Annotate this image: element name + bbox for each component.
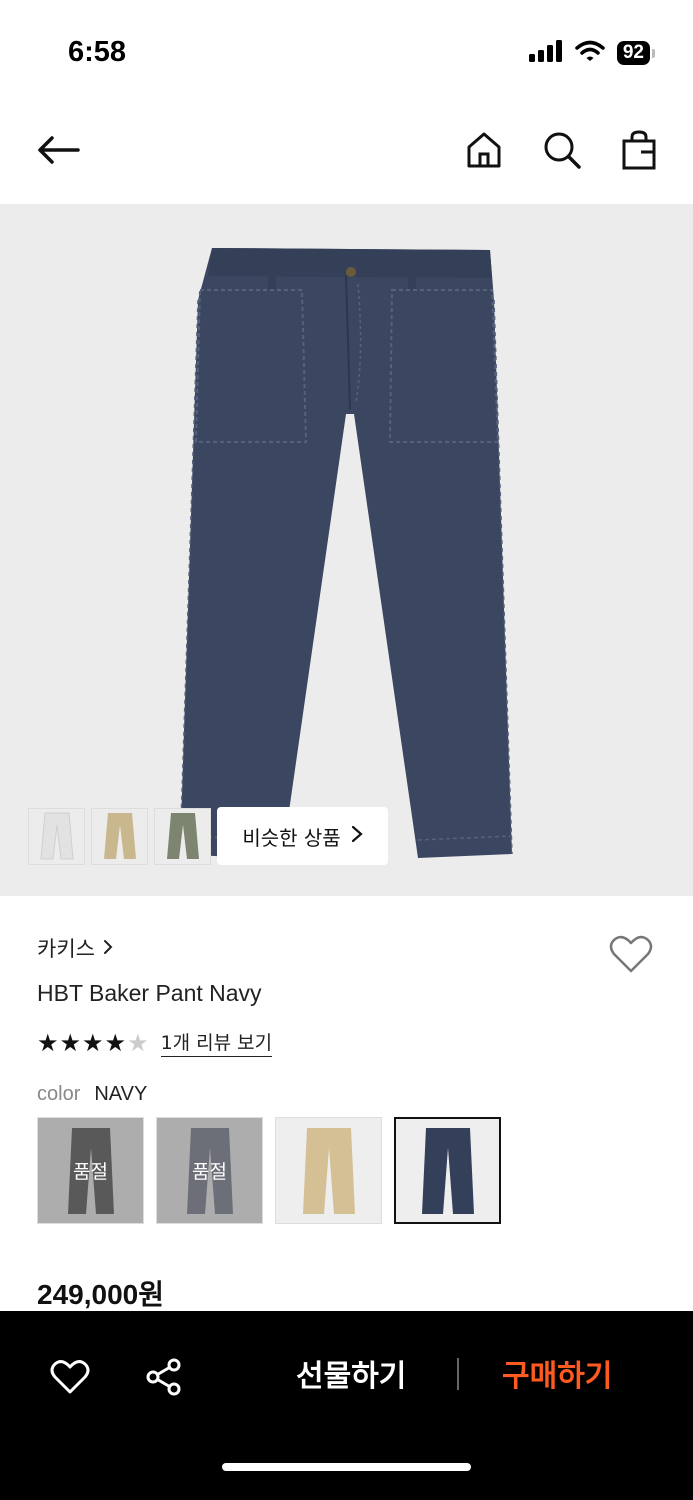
divider xyxy=(457,1358,459,1390)
home-icon[interactable] xyxy=(462,128,506,172)
soldout-badge: 품절 xyxy=(38,1118,143,1223)
color-swatches: 품절 품절 xyxy=(37,1117,501,1224)
wifi-icon xyxy=(575,40,605,66)
similar-products-label: 비슷한 상품 xyxy=(242,825,341,850)
star-filled-icon: ★ xyxy=(104,1028,127,1057)
gift-button[interactable]: 선물하기 xyxy=(296,1351,406,1395)
bottom-action-bar: 선물하기 구매하기 xyxy=(0,1311,693,1500)
soldout-badge: 품절 xyxy=(157,1118,262,1223)
share-icon[interactable] xyxy=(142,1355,186,1399)
product-image-gallery[interactable]: 비슷한 상품 xyxy=(0,204,693,896)
status-time: 6:58 xyxy=(68,36,127,68)
star-filled-icon: ★ xyxy=(82,1028,104,1057)
thumbnail-3[interactable] xyxy=(154,807,211,865)
home-indicator[interactable] xyxy=(222,1463,471,1471)
battery-indicator: 92 xyxy=(616,41,650,65)
arrow-left-icon[interactable] xyxy=(36,128,80,172)
heart-icon[interactable] xyxy=(48,1355,92,1399)
gallery-thumbnails: 비슷한 상품 xyxy=(28,807,388,865)
search-icon[interactable] xyxy=(540,128,584,172)
star-filled-icon: ★ xyxy=(37,1028,59,1057)
brand-link[interactable]: 카키스 xyxy=(37,933,113,963)
chevron-right-icon xyxy=(351,824,363,848)
soldout-label: 품절 xyxy=(192,1161,227,1183)
thumbnail-1[interactable] xyxy=(28,807,85,865)
swatch-navy[interactable] xyxy=(394,1117,501,1224)
rating-row: ★ ★ ★ ★ ★ 1개 리뷰 보기 xyxy=(37,1028,273,1057)
color-value: NAVY xyxy=(94,1083,148,1105)
shopping-bag-icon[interactable] xyxy=(617,128,661,172)
review-link[interactable]: 1개 리뷰 보기 xyxy=(160,1028,273,1057)
signal-icon xyxy=(528,40,563,66)
swatch-gray-blue[interactable]: 품절 xyxy=(156,1117,263,1224)
swatch-beige[interactable] xyxy=(275,1117,382,1224)
chevron-right-icon xyxy=(103,936,113,960)
soldout-label: 품절 xyxy=(73,1161,108,1183)
product-image xyxy=(179,248,513,860)
star-filled-icon: ★ xyxy=(59,1028,82,1057)
color-label: color xyxy=(37,1083,81,1105)
status-icons: 92 xyxy=(528,40,655,66)
swatch-black[interactable]: 품절 xyxy=(37,1117,144,1224)
top-navigation xyxy=(0,108,693,188)
heart-icon[interactable] xyxy=(609,934,653,978)
thumbnail-2[interactable] xyxy=(91,807,148,865)
battery-tip xyxy=(652,48,655,58)
product-name: HBT Baker Pant Navy xyxy=(37,980,262,1006)
star-empty-icon: ★ xyxy=(127,1028,149,1057)
similar-products-button[interactable]: 비슷한 상품 xyxy=(217,807,388,865)
brand-name: 카키스 xyxy=(37,937,95,961)
product-price: 249,000원 xyxy=(37,1279,164,1310)
color-row: color NAVY xyxy=(37,1083,147,1106)
buy-button[interactable]: 구매하기 xyxy=(502,1351,612,1395)
status-bar: 6:58 92 xyxy=(0,0,693,100)
rating-stars: ★ ★ ★ ★ ★ xyxy=(37,1031,149,1055)
